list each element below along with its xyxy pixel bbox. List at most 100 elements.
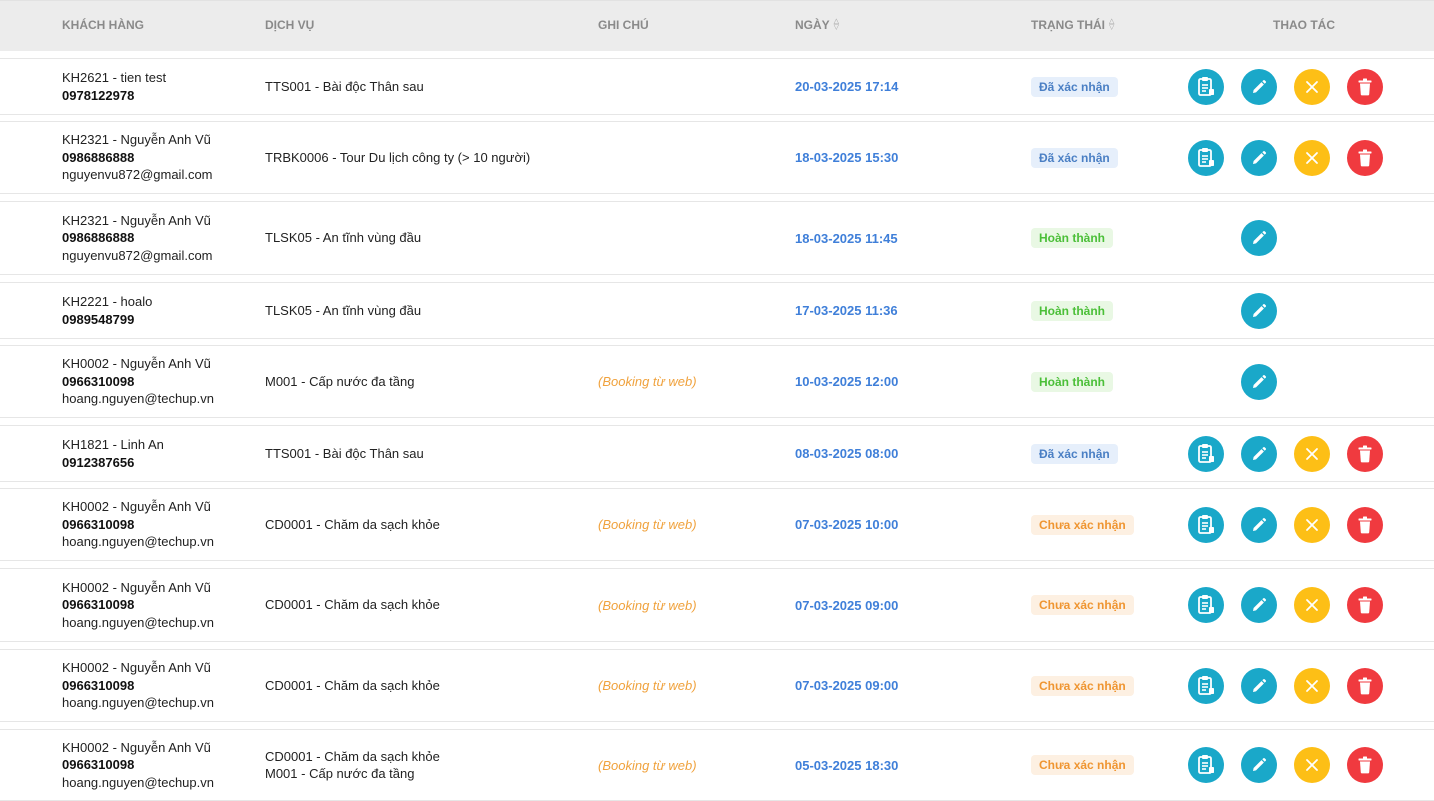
cancel-booking-button[interactable] xyxy=(1294,139,1330,176)
pencil-icon xyxy=(1251,374,1267,390)
view-document-button[interactable] xyxy=(1188,68,1224,105)
date-cell: 18-03-2025 11:45 xyxy=(795,202,898,274)
customer-email: hoang.nguyen@techup.vn xyxy=(62,695,214,711)
table-row: KH2221 - hoalo 0989548799 TLSK05 - An tĩnh… xyxy=(0,282,1434,339)
customer-phone: 0966310098 xyxy=(62,677,135,693)
edit-button[interactable] xyxy=(1241,68,1277,105)
edit-button[interactable] xyxy=(1241,435,1277,472)
customer-name: KH2621 - tien test xyxy=(62,70,167,85)
table-row: KH0002 - Nguyễn Anh Vũ 0966310098 hoang.ng… xyxy=(0,729,1434,801)
delete-button[interactable] xyxy=(1347,139,1383,176)
cancel-booking-button[interactable] xyxy=(1294,667,1330,704)
status-badge: Đã xác nhận xyxy=(1031,147,1118,168)
close-icon xyxy=(1304,517,1320,533)
customer-phone: 0966310098 xyxy=(62,757,135,773)
table-row: KH0002 - Nguyễn Anh Vũ 0966310098 hoang.ng… xyxy=(0,488,1434,561)
document-icon xyxy=(1196,675,1216,697)
delete-button[interactable] xyxy=(1347,68,1383,105)
customer-name: KH2321 - Nguyễn Anh Vũ xyxy=(62,212,211,228)
column-header-customer: KHÁCH HÀNG xyxy=(62,18,144,32)
document-icon xyxy=(1196,443,1216,465)
delete-button[interactable] xyxy=(1347,667,1383,704)
close-icon xyxy=(1304,678,1320,694)
customer-name: KH2321 - Nguyễn Anh Vũ xyxy=(62,132,211,148)
cancel-booking-button[interactable] xyxy=(1294,747,1330,783)
delete-button[interactable] xyxy=(1347,747,1383,783)
cancel-booking-button[interactable] xyxy=(1294,435,1330,472)
edit-button[interactable] xyxy=(1241,587,1277,623)
view-document-button[interactable] xyxy=(1188,587,1224,623)
delete-button[interactable] xyxy=(1347,506,1383,543)
customer-phone: 0978122978 xyxy=(62,87,135,103)
status-cell: Đã xác nhận xyxy=(1031,122,1118,193)
close-icon xyxy=(1304,597,1320,613)
booking-date: 07-03-2025 09:00 xyxy=(795,678,899,693)
booking-note: (Booking từ web) xyxy=(598,597,697,613)
service-item: TLSK05 - An tĩnh vùng đầu xyxy=(265,302,422,318)
customer-cell: KH2621 - tien test 0978122978 xyxy=(62,59,166,114)
trash-icon xyxy=(1357,149,1373,167)
note-cell: (Booking từ web) xyxy=(598,650,697,721)
column-label: THAO TÁC xyxy=(1273,18,1335,32)
bookings-table: KHÁCH HÀNG DỊCH VỤ GHI CHÚ NGÀY △ ▽ TRẠNG … xyxy=(0,0,1434,801)
table-row: KH2621 - tien test 0978122978 TTS001 - Bài… xyxy=(0,58,1434,115)
service-cell: TLSK05 - An tĩnh vùng đầu xyxy=(265,202,421,274)
customer-cell: KH0002 - Nguyễn Anh Vũ 0966310098 hoang.ng… xyxy=(62,489,214,560)
trash-icon xyxy=(1357,516,1373,534)
view-document-button[interactable] xyxy=(1188,747,1224,783)
column-header-actions: THAO TÁC xyxy=(1273,18,1335,32)
customer-email: hoang.nguyen@techup.vn xyxy=(62,534,214,550)
close-icon xyxy=(1304,757,1320,773)
cancel-booking-button[interactable] xyxy=(1294,506,1330,543)
view-document-button[interactable] xyxy=(1188,506,1224,543)
customer-cell: KH2321 - Nguyễn Anh Vũ 0986886888 nguyenvu… xyxy=(62,122,213,193)
edit-button[interactable] xyxy=(1241,747,1277,783)
edit-button[interactable] xyxy=(1241,363,1277,400)
service-item: M001 - Cấp nước đa tầng xyxy=(265,766,415,781)
pencil-icon xyxy=(1251,517,1267,533)
sort-icon[interactable]: △ ▽ xyxy=(1109,18,1114,31)
close-icon xyxy=(1304,150,1320,166)
column-header-date[interactable]: NGÀY △ ▽ xyxy=(795,18,839,32)
customer-name: KH2221 - hoalo xyxy=(62,294,153,309)
service-cell: M001 - Cấp nước đa tầng xyxy=(265,346,414,417)
column-label: GHI CHÚ xyxy=(598,18,649,32)
view-document-button[interactable] xyxy=(1188,139,1224,176)
pencil-icon xyxy=(1251,79,1267,95)
customer-cell: KH0002 - Nguyễn Anh Vũ 0966310098 hoang.ng… xyxy=(62,650,214,721)
column-label: NGÀY xyxy=(795,18,830,32)
cancel-booking-button[interactable] xyxy=(1294,587,1330,623)
edit-button[interactable] xyxy=(1241,139,1277,176)
status-badge: Hoàn thành xyxy=(1031,371,1113,392)
customer-name: KH0002 - Nguyễn Anh Vũ xyxy=(62,579,211,595)
booking-date: 05-03-2025 18:30 xyxy=(795,757,899,773)
delete-button[interactable] xyxy=(1347,587,1383,623)
booking-date: 20-03-2025 17:14 xyxy=(795,79,899,94)
edit-button[interactable] xyxy=(1241,506,1277,543)
customer-email: nguyenvu872@gmail.com xyxy=(62,167,213,183)
view-document-button[interactable] xyxy=(1188,667,1224,704)
service-cell: TTS001 - Bài độc Thân sau xyxy=(265,59,424,114)
note-cell: (Booking từ web) xyxy=(598,569,697,641)
booking-date: 10-03-2025 12:00 xyxy=(795,374,899,389)
sort-icon[interactable]: △ ▽ xyxy=(834,18,839,31)
service-item: TTS001 - Bài độc Thân sau xyxy=(265,445,424,461)
cancel-booking-button[interactable] xyxy=(1294,68,1330,105)
status-cell: Đã xác nhận xyxy=(1031,59,1118,114)
status-badge: Chưa xác nhận xyxy=(1031,755,1134,775)
date-cell: 07-03-2025 09:00 xyxy=(795,650,898,721)
document-icon xyxy=(1196,76,1216,98)
actions-cell xyxy=(1188,489,1388,560)
edit-button[interactable] xyxy=(1241,220,1277,256)
customer-cell: KH2321 - Nguyễn Anh Vũ 0986886888 nguyenvu… xyxy=(62,202,213,274)
booking-note: (Booking từ web) xyxy=(598,517,697,532)
actions-cell xyxy=(1188,202,1388,274)
booking-date: 17-03-2025 11:36 xyxy=(795,303,898,318)
status-cell: Hoàn thành xyxy=(1031,346,1113,417)
edit-button[interactable] xyxy=(1241,292,1277,329)
column-header-status[interactable]: TRẠNG THÁI △ ▽ xyxy=(1031,18,1114,32)
delete-button[interactable] xyxy=(1347,435,1383,472)
edit-button[interactable] xyxy=(1241,667,1277,704)
view-document-button[interactable] xyxy=(1188,435,1224,472)
trash-icon xyxy=(1357,756,1373,774)
